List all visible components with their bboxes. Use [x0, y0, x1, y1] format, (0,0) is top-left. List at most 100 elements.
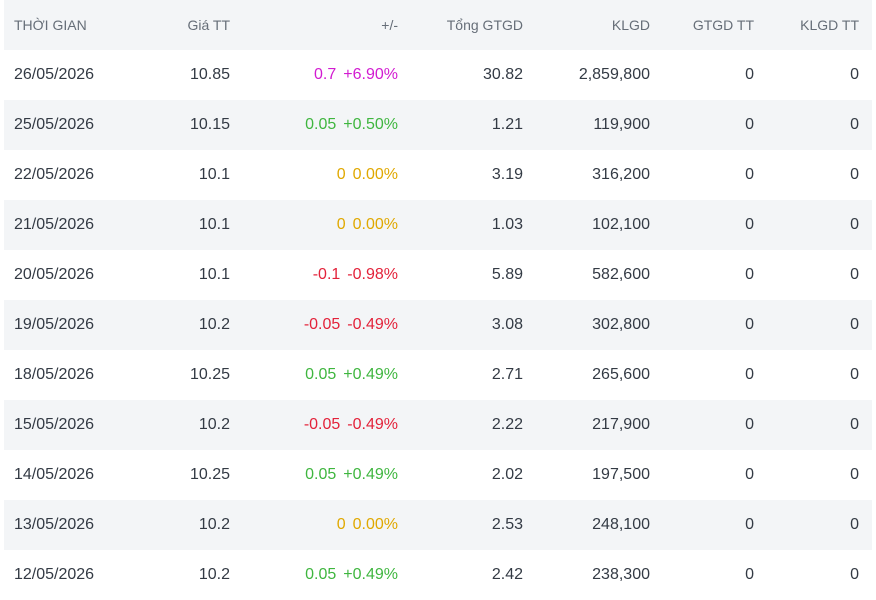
- row-total-value: 5.89: [491, 266, 523, 283]
- row-volume: 316,200: [592, 166, 650, 183]
- row-volume: 2,859,800: [578, 66, 650, 83]
- row-change-percent: -0.49%: [347, 416, 398, 433]
- row-change-percent: +0.49%: [343, 366, 398, 383]
- table-row[interactable]: 22/05/2026 10.1 0 0.00% 3.19 316,200 0 0: [4, 150, 872, 200]
- row-volume: 238,300: [592, 566, 650, 583]
- row-price: 10.2: [198, 416, 230, 433]
- row-date: 21/05/2026: [14, 216, 95, 233]
- row-change-value: 0: [336, 216, 346, 233]
- table-row[interactable]: 14/05/2026 10.25 0.05 +0.49% 2.02 197,500 0 0: [4, 450, 872, 500]
- table-row[interactable]: 25/05/2026 10.15 0.05 +0.50% 1.21 119,900 0 0: [4, 100, 872, 150]
- row-volume: 119,900: [593, 116, 650, 133]
- row-change-value: 0.05: [305, 116, 337, 133]
- row-date: 12/05/2026: [14, 566, 95, 583]
- row-change: 0 0.00%: [230, 216, 398, 234]
- row-klgd-tt: 0: [850, 466, 859, 483]
- column-header-date[interactable]: THỜI GIAN: [4, 17, 134, 33]
- row-gtgd-tt: 0: [745, 316, 754, 333]
- row-total-value: 2.53: [491, 516, 523, 533]
- row-gtgd-tt: 0: [745, 116, 754, 133]
- table-row[interactable]: 21/05/2026 10.1 0 0.00% 1.03 102,100 0 0: [4, 200, 872, 250]
- row-change: -0.05 -0.49%: [230, 316, 398, 334]
- row-gtgd-tt: 0: [745, 166, 754, 183]
- row-change-value: 0.05: [305, 366, 337, 383]
- row-total-value: 1.21: [491, 116, 523, 133]
- row-total-value: 3.19: [491, 166, 523, 183]
- row-price: 10.1: [198, 266, 230, 283]
- row-price: 10.25: [189, 466, 230, 483]
- row-date: 18/05/2026: [14, 366, 95, 383]
- row-change: -0.05 -0.49%: [230, 416, 398, 434]
- row-change-value: 0.7: [314, 66, 337, 83]
- row-volume: 197,500: [592, 466, 650, 483]
- table-row[interactable]: 12/05/2026 10.2 0.05 +0.49% 2.42 238,300 0 0: [4, 550, 872, 600]
- column-header-volume[interactable]: KLGD: [523, 17, 650, 33]
- row-date: 15/05/2026: [14, 416, 95, 433]
- row-total-value: 2.02: [491, 466, 523, 483]
- row-klgd-tt: 0: [850, 366, 859, 383]
- row-change-percent: -0.98%: [347, 266, 398, 283]
- row-change-percent: +0.49%: [343, 466, 398, 483]
- row-price: 10.2: [198, 316, 230, 333]
- row-change-value: -0.05: [303, 416, 341, 433]
- row-gtgd-tt: 0: [745, 216, 754, 233]
- column-header-gtgd-tt[interactable]: GTGD TT: [650, 17, 754, 33]
- row-date: 25/05/2026: [14, 116, 95, 133]
- table-row[interactable]: 19/05/2026 10.2 -0.05 -0.49% 3.08 302,800 0 0: [4, 300, 872, 350]
- row-klgd-tt: 0: [850, 166, 859, 183]
- row-change: 0.05 +0.49%: [230, 566, 398, 584]
- row-price: 10.25: [189, 366, 230, 383]
- row-klgd-tt: 0: [850, 66, 859, 83]
- row-date: 13/05/2026: [14, 516, 95, 533]
- row-date: 22/05/2026: [14, 166, 95, 183]
- row-volume: 302,800: [592, 316, 650, 333]
- row-gtgd-tt: 0: [745, 516, 754, 533]
- column-header-klgd-tt[interactable]: KLGD TT: [754, 17, 859, 33]
- row-date: 14/05/2026: [14, 466, 95, 483]
- row-volume: 248,100: [592, 516, 650, 533]
- row-change-value: -0.05: [303, 316, 341, 333]
- column-header-total-value[interactable]: Tổng GTGD: [398, 17, 523, 33]
- row-price: 10.2: [198, 566, 230, 583]
- row-change: 0.7 +6.90%: [230, 66, 398, 84]
- row-volume: 102,100: [592, 216, 650, 233]
- row-klgd-tt: 0: [850, 416, 859, 433]
- table-row[interactable]: 18/05/2026 10.25 0.05 +0.49% 2.71 265,600 0 0: [4, 350, 872, 400]
- row-change: -0.1 -0.98%: [230, 266, 398, 284]
- row-change-value: -0.1: [312, 266, 341, 283]
- row-total-value: 3.08: [491, 316, 523, 333]
- row-change-percent: 0.00%: [352, 166, 398, 183]
- row-volume: 217,900: [592, 416, 650, 433]
- column-header-price[interactable]: Giá TT: [134, 17, 230, 33]
- row-date: 19/05/2026: [14, 316, 95, 333]
- column-header-change[interactable]: +/-: [230, 17, 398, 33]
- row-change-value: 0: [336, 516, 346, 533]
- row-price: 10.1: [198, 166, 230, 183]
- row-total-value: 2.22: [491, 416, 523, 433]
- row-total-value: 1.03: [491, 216, 523, 233]
- row-klgd-tt: 0: [850, 116, 859, 133]
- row-change-percent: +0.49%: [343, 566, 398, 583]
- row-gtgd-tt: 0: [745, 366, 754, 383]
- row-total-value: 2.71: [491, 366, 523, 383]
- row-price: 10.85: [189, 66, 230, 83]
- row-volume: 582,600: [592, 266, 650, 283]
- row-change-percent: -0.49%: [347, 316, 398, 333]
- row-total-value: 2.42: [491, 566, 523, 583]
- row-change-percent: 0.00%: [352, 516, 398, 533]
- row-change: 0.05 +0.49%: [230, 466, 398, 484]
- row-price: 10.15: [189, 116, 230, 133]
- row-change-value: 0.05: [305, 466, 337, 483]
- row-change-percent: +0.50%: [343, 116, 398, 133]
- row-change-value: 0: [336, 166, 346, 183]
- row-klgd-tt: 0: [850, 516, 859, 533]
- row-price: 10.1: [198, 216, 230, 233]
- table-row[interactable]: 15/05/2026 10.2 -0.05 -0.49% 2.22 217,900 0 0: [4, 400, 872, 450]
- table-row[interactable]: 26/05/2026 10.85 0.7 +6.90% 30.82 2,859,800 0 0: [4, 50, 872, 100]
- table-row[interactable]: 20/05/2026 10.1 -0.1 -0.98% 5.89 582,600 0 0: [4, 250, 872, 300]
- row-gtgd-tt: 0: [745, 66, 754, 83]
- table-row[interactable]: 13/05/2026 10.2 0 0.00% 2.53 248,100 0 0: [4, 500, 872, 550]
- row-change-percent: +6.90%: [343, 66, 398, 83]
- row-klgd-tt: 0: [850, 316, 859, 333]
- row-gtgd-tt: 0: [745, 566, 754, 583]
